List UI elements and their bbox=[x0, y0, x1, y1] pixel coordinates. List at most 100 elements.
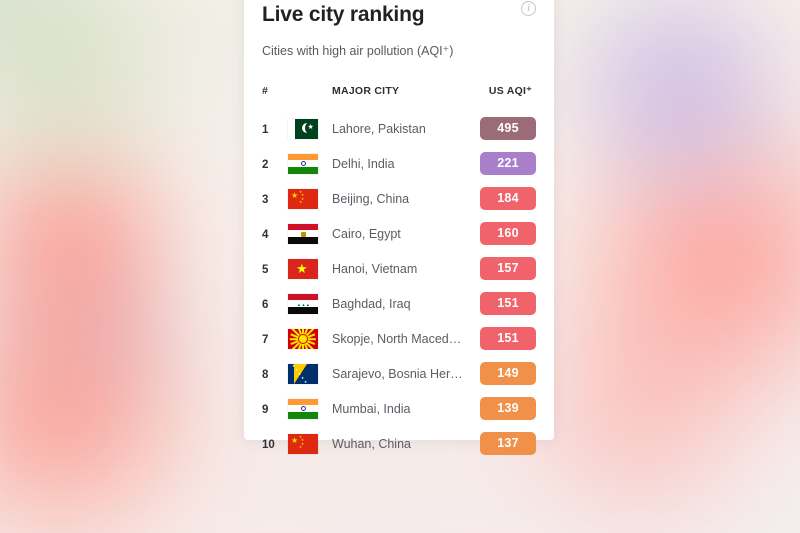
column-header-city: MAJOR CITY bbox=[332, 85, 400, 97]
rank-cell: 4 bbox=[262, 216, 288, 251]
city-name: Lahore, Pakistan bbox=[332, 121, 426, 136]
aqi-cell: 151 bbox=[475, 321, 536, 356]
flag-cell bbox=[288, 146, 332, 181]
flag-cell bbox=[288, 356, 332, 391]
table-row[interactable]: 2 Delhi, India 221 bbox=[262, 146, 536, 181]
rank-value: 3 bbox=[262, 193, 269, 206]
aqi-badge: 149 bbox=[480, 362, 536, 385]
aqi-cell: 495 bbox=[475, 111, 536, 146]
table-row[interactable]: 5 Hanoi, Vietnam 157 bbox=[262, 251, 536, 286]
city-cell: Skopje, North Maced… bbox=[332, 321, 475, 356]
aqi-badge: 139 bbox=[480, 397, 536, 420]
iraq-flag bbox=[288, 293, 332, 314]
city-name: Wuhan, China bbox=[332, 436, 411, 451]
table-body: 1Lahore, Pakistan4952Delhi, India2213Bei… bbox=[262, 111, 536, 461]
city-name: Baghdad, Iraq bbox=[332, 296, 411, 311]
table-row[interactable]: 6 Baghdad, Iraq 151 bbox=[262, 286, 536, 321]
india-flag bbox=[288, 153, 332, 174]
rank-value: 4 bbox=[262, 228, 269, 241]
rank-value: 9 bbox=[262, 403, 269, 416]
rank-cell: 10 bbox=[262, 426, 288, 461]
column-header-aqi: US AQI⁺ bbox=[488, 85, 532, 97]
table-row[interactable]: 4 Cairo, Egypt 160 bbox=[262, 216, 536, 251]
aqi-badge: 160 bbox=[480, 222, 536, 245]
city-cell: Baghdad, Iraq bbox=[332, 286, 475, 321]
aqi-badge: 151 bbox=[480, 292, 536, 315]
india-flag bbox=[288, 398, 332, 419]
city-cell: Beijing, China bbox=[332, 181, 475, 216]
aqi-cell: 160 bbox=[475, 216, 536, 251]
table-header: # MAJOR CITY US AQI⁺ bbox=[262, 59, 536, 111]
rank-value: 6 bbox=[262, 298, 269, 311]
live-city-ranking-card: Live city ranking Cities with high air p… bbox=[244, 0, 554, 455]
aqi-badge: 495 bbox=[480, 117, 536, 140]
pakistan-flag bbox=[288, 118, 332, 139]
city-name: Mumbai, India bbox=[332, 401, 411, 416]
aqi-badge: 157 bbox=[480, 257, 536, 280]
aqi-cell: 139 bbox=[475, 391, 536, 426]
vietnam-flag bbox=[288, 258, 332, 279]
flag-cell bbox=[288, 111, 332, 146]
aqi-badge: 137 bbox=[480, 432, 536, 455]
rank-cell: 8 bbox=[262, 356, 288, 391]
table-row[interactable]: 8 Sarajevo, Bosnia Her… 149 bbox=[262, 356, 536, 391]
card-subtitle: Cities with high air pollution (AQI⁺) bbox=[262, 44, 454, 58]
flag-cell bbox=[288, 391, 332, 426]
rank-value: 8 bbox=[262, 368, 269, 381]
aqi-cell: 221 bbox=[475, 146, 536, 181]
city-name: Beijing, China bbox=[332, 191, 410, 206]
bosnia-herzegovina-flag bbox=[288, 363, 332, 384]
flag-cell bbox=[288, 321, 332, 356]
rank-value: 10 bbox=[262, 438, 275, 451]
city-name: Cairo, Egypt bbox=[332, 226, 401, 241]
city-cell: Mumbai, India bbox=[332, 391, 475, 426]
column-header-rank: # bbox=[262, 85, 269, 97]
city-cell: Cairo, Egypt bbox=[332, 216, 475, 251]
rank-value: 1 bbox=[262, 123, 269, 136]
rank-cell: 2 bbox=[262, 146, 288, 181]
info-icon[interactable]: i bbox=[521, 1, 536, 16]
page-title: Live city ranking bbox=[262, 3, 425, 26]
flag-cell bbox=[288, 286, 332, 321]
rank-cell: 7 bbox=[262, 321, 288, 356]
city-cell: Wuhan, China bbox=[332, 426, 475, 461]
aqi-badge: 184 bbox=[480, 187, 536, 210]
rank-cell: 5 bbox=[262, 251, 288, 286]
aqi-badge: 221 bbox=[480, 152, 536, 175]
rank-cell: 3 bbox=[262, 181, 288, 216]
table-row[interactable]: 1 Lahore, Pakistan 495 bbox=[262, 111, 536, 146]
aqi-cell: 149 bbox=[475, 356, 536, 391]
city-cell: Hanoi, Vietnam bbox=[332, 251, 475, 286]
table-row[interactable]: 10 Wuhan, China 137 bbox=[262, 426, 536, 461]
north-macedonia-flag bbox=[288, 328, 332, 349]
city-name: Skopje, North Maced… bbox=[332, 331, 462, 346]
rank-cell: 9 bbox=[262, 391, 288, 426]
city-name: Sarajevo, Bosnia Her… bbox=[332, 366, 463, 381]
china-flag bbox=[288, 188, 332, 209]
egypt-flag bbox=[288, 223, 332, 244]
rank-value: 7 bbox=[262, 333, 269, 346]
city-cell: Lahore, Pakistan bbox=[332, 111, 475, 146]
city-cell: Delhi, India bbox=[332, 146, 475, 181]
table-row[interactable]: 3 Beijing, China 184 bbox=[262, 181, 536, 216]
table-header-row: # MAJOR CITY US AQI⁺ bbox=[262, 59, 536, 111]
table-row[interactable]: 7 Skopje, North Maced… 151 bbox=[262, 321, 536, 356]
aqi-cell: 157 bbox=[475, 251, 536, 286]
aqi-cell: 137 bbox=[475, 426, 536, 461]
flag-cell bbox=[288, 426, 332, 461]
card-header: Live city ranking Cities with high air p… bbox=[262, 0, 536, 59]
city-cell: Sarajevo, Bosnia Her… bbox=[332, 356, 475, 391]
china-flag bbox=[288, 433, 332, 454]
aqi-badge: 151 bbox=[480, 327, 536, 350]
flag-cell bbox=[288, 251, 332, 286]
flag-cell bbox=[288, 216, 332, 251]
table-row[interactable]: 9 Mumbai, India 139 bbox=[262, 391, 536, 426]
flag-cell bbox=[288, 181, 332, 216]
rank-cell: 6 bbox=[262, 286, 288, 321]
ranking-table: # MAJOR CITY US AQI⁺ 1 Lahore, Pakistan 49… bbox=[262, 59, 536, 461]
rank-cell: 1 bbox=[262, 111, 288, 146]
rank-value: 5 bbox=[262, 263, 269, 276]
column-header-flag bbox=[288, 59, 332, 111]
aqi-cell: 184 bbox=[475, 181, 536, 216]
rank-value: 2 bbox=[262, 158, 269, 171]
